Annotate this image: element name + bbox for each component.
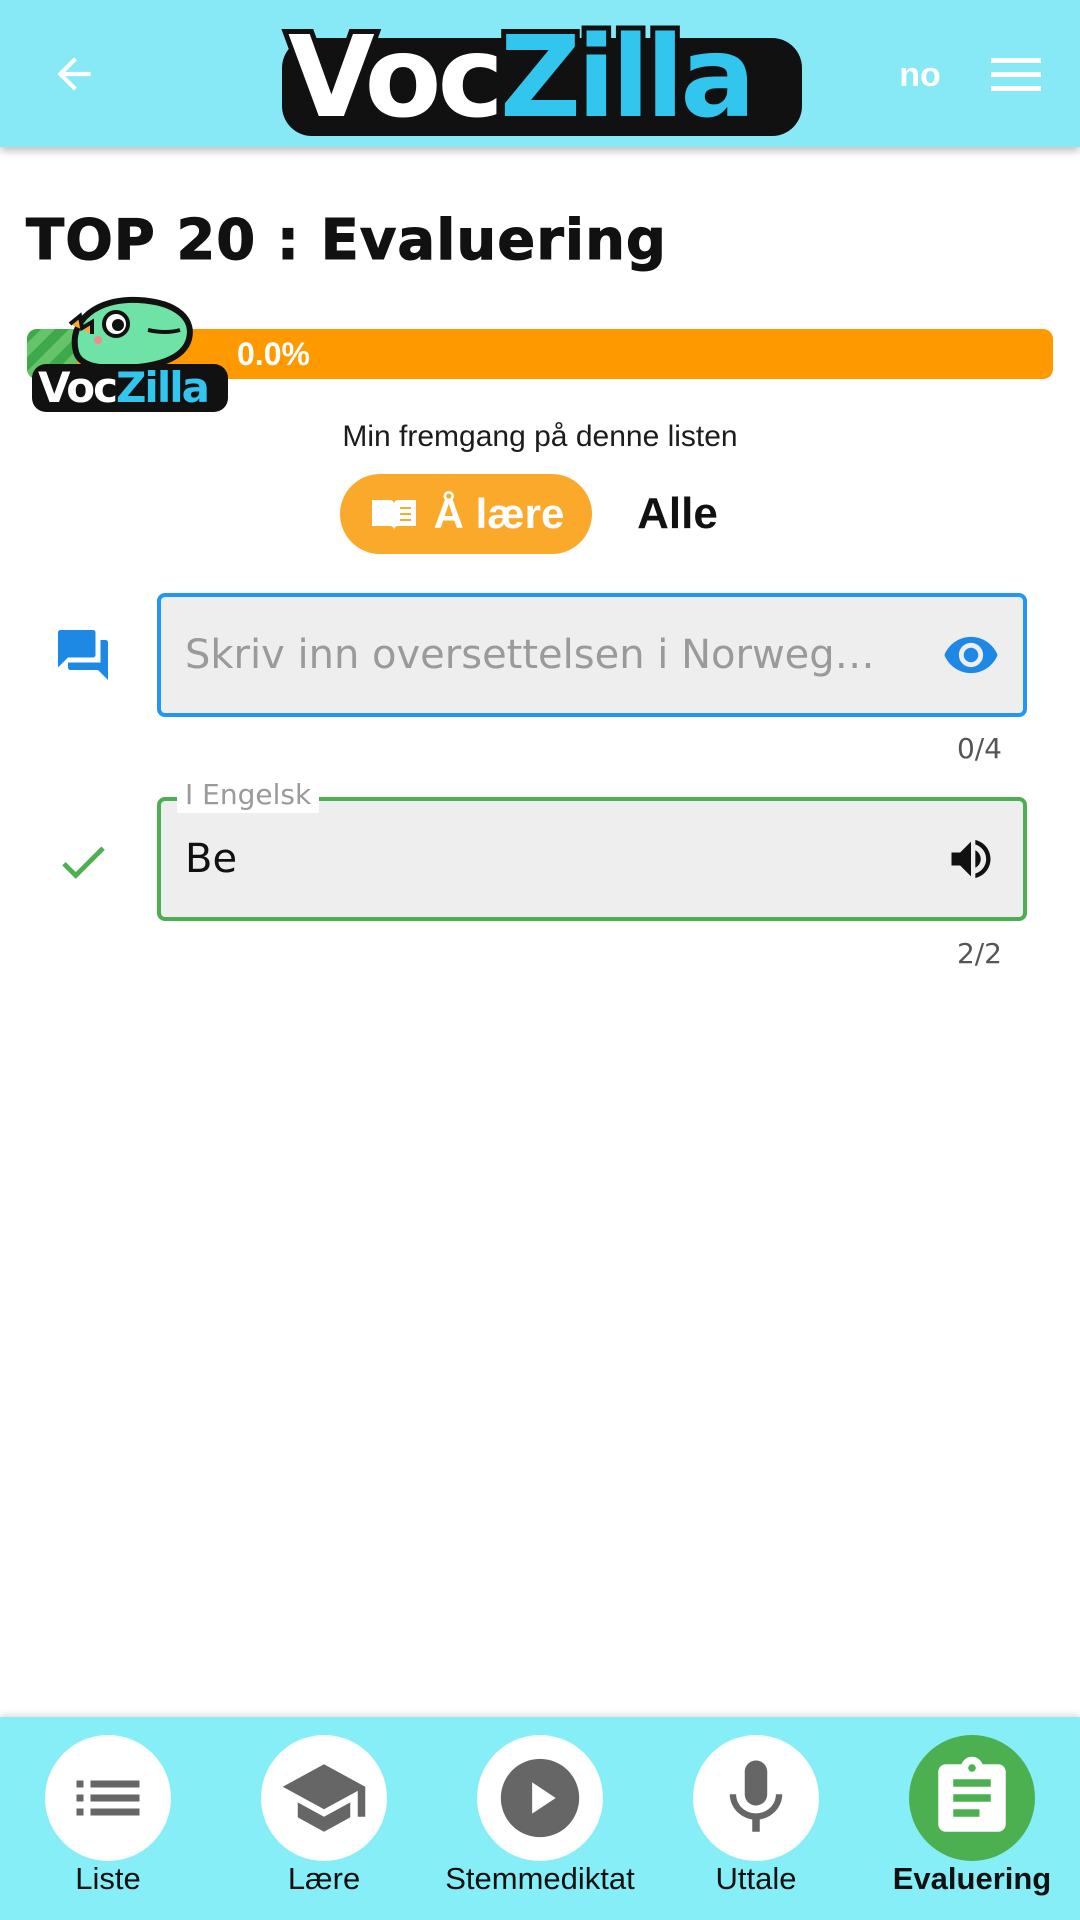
nav-label: Lære (287, 1861, 361, 1896)
progress-caption: Min fremgang på denne listen (342, 420, 738, 453)
nav-label: Evaluering (892, 1861, 1052, 1896)
nav-circle (261, 1735, 387, 1861)
learn-mode-label: Å lære (433, 490, 565, 537)
back-button[interactable] (40, 40, 108, 108)
progress-label: 0.0% (237, 336, 310, 372)
hamburger-menu-icon (991, 58, 1041, 91)
nav-item-laere[interactable]: Lære (216, 1717, 432, 1920)
question-counter: 0/4 (956, 732, 1002, 765)
voczilla-mascot-icon: VocZilla (32, 296, 228, 414)
play-icon (500, 1758, 580, 1838)
english-word-value: Be (185, 836, 238, 882)
nav-label: Liste (75, 1861, 141, 1896)
eye-icon (944, 636, 998, 674)
nav-circle (477, 1735, 603, 1861)
reveal-answer-button[interactable] (939, 623, 1003, 687)
list-icon (76, 1780, 140, 1816)
app-bar: VocZilla no (0, 0, 1080, 147)
check-icon (48, 827, 118, 897)
nav-circle (909, 1735, 1035, 1861)
english-word-field: I Engelsk Be (157, 777, 1027, 921)
school-icon (282, 1764, 366, 1832)
nav-item-uttale[interactable]: Uttale (648, 1717, 864, 1920)
mic-icon (729, 1760, 783, 1832)
answer-counter: 2/2 (956, 937, 1002, 970)
speak-button[interactable] (939, 827, 1003, 891)
svg-text:VocZilla: VocZilla (38, 363, 208, 412)
page-title: TOP 20 : Evaluering (25, 208, 668, 274)
voczilla-logo: VocZilla (282, 8, 802, 140)
menu-button[interactable] (985, 46, 1047, 102)
nav-circle (693, 1735, 819, 1861)
bottom-navigation: Liste Lære Stemmediktat Uttale Evaluerin… (0, 1717, 1080, 1920)
arrow-back-icon (57, 57, 91, 91)
translation-input[interactable]: Skriv inn oversettelsen i Norwegian (157, 593, 1027, 717)
nav-item-liste[interactable]: Liste (0, 1717, 216, 1920)
clipboard-icon (938, 1756, 1006, 1832)
all-mode-button[interactable]: Alle (620, 474, 735, 554)
nav-label: Stemmediktat (445, 1861, 635, 1896)
nav-item-evaluering[interactable]: Evaluering (864, 1717, 1080, 1920)
volume-icon (951, 839, 991, 879)
language-selector[interactable]: no (880, 50, 960, 100)
nav-circle (45, 1735, 171, 1861)
learn-mode-button[interactable]: Å lære (340, 474, 592, 554)
translation-input-placeholder: Skriv inn oversettelsen i Norwegian (185, 632, 885, 678)
book-icon (371, 500, 416, 530)
chat-icon (48, 620, 118, 690)
svg-text:VocZilla: VocZilla (288, 13, 752, 140)
nav-label: Uttale (715, 1861, 797, 1896)
nav-item-stemmediktat[interactable]: Stemmediktat (432, 1717, 648, 1920)
